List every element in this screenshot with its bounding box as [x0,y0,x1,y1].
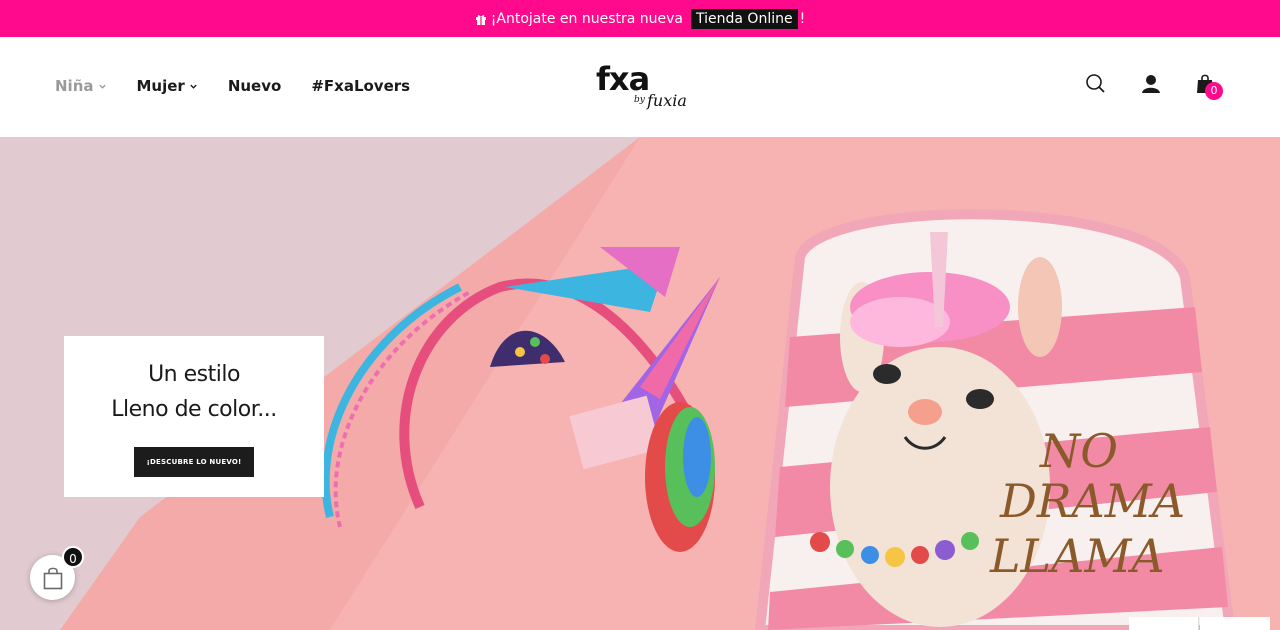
chevron-down-icon [98,84,106,89]
nav-item-fxalovers[interactable]: #FxaLovers [311,77,410,95]
promo-suffix: ! [799,10,806,27]
promo-store-link[interactable]: Tienda Online [691,8,798,29]
nav-item-nuevo[interactable]: Nuevo [228,77,282,95]
hero-headline-line2: Lleno de color... [111,397,277,422]
main-nav: Niña Mujer Nuevo #FxaLovers [55,77,440,95]
search-icon[interactable] [1085,73,1107,95]
brand-logo[interactable]: fxa by fuxia [590,59,690,115]
site-header: Niña Mujer Nuevo #FxaLovers fxa by fuxia [0,37,1280,137]
svg-text:DRAMA: DRAMA [999,474,1185,528]
promo-bar: ¡Antojate en nuestra nueva Tienda Online… [0,0,1280,37]
slider-prev-button[interactable] [1129,617,1199,630]
chevron-down-icon [190,84,197,89]
slider-next-button[interactable] [1200,617,1270,630]
nav-item-nina[interactable]: Niña [55,77,107,95]
gift-icon [475,14,486,25]
hero-headline-line1: Un estilo [148,362,240,387]
shopping-bag-icon [43,567,63,590]
user-icon[interactable] [1140,73,1162,95]
logo-script: fuxia [647,91,687,110]
svg-text:NO: NO [1039,424,1118,478]
nav-item-mujer[interactable]: Mujer [137,77,198,95]
hero-banner: NO DRAMA LLAMA Un estilo Lleno de color.… [0,137,1280,630]
logo-brand: fxa [596,60,650,98]
logo-by: by [634,95,645,105]
svg-text:LLAMA: LLAMA [989,529,1165,583]
floating-cart-count: 0 [62,546,84,568]
nav-item-label: Niña [55,77,94,95]
nav-item-label: #FxaLovers [311,77,411,95]
promo-text: ¡Antojate en nuestra nueva [490,10,684,27]
header-actions: 0 [1085,73,1245,105]
hero-card: Un estilo Lleno de color... ¡DESCUBRE LO… [64,336,324,497]
cart-count-badge: 0 [1205,82,1223,100]
discover-new-button[interactable]: ¡DESCUBRE LO NUEVO! [134,447,254,477]
nav-item-label: Nuevo [227,77,282,95]
nav-item-label: Mujer [136,77,185,95]
